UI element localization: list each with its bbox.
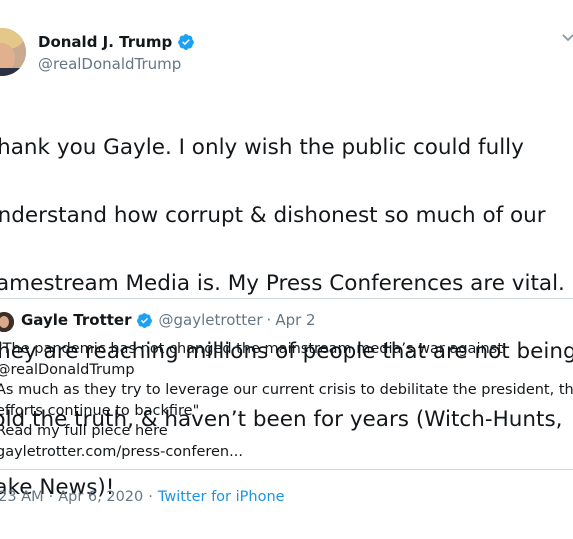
author-avatar[interactable] [0,28,26,76]
verified-badge-icon [136,312,152,328]
quote-line: @realDonaldTrump [0,361,135,378]
tweet-date[interactable]: Apr 6, 2020 [58,489,143,505]
quote-line: As much as they try to leverage our curr… [0,382,573,398]
author-name[interactable]: Donald J. Trump [38,33,172,51]
quote-text: "The pandemic has not changed the mainst… [0,339,573,462]
tweet-line: Lamestream Media is. My Press Conference… [0,271,565,296]
verified-badge-icon [178,34,195,50]
quote-line: "The pandemic has not changed the mainst… [0,341,503,357]
separator-dot: · [148,489,153,505]
quoted-tweet[interactable]: Gayle Trotter @gayletrotter · Apr 2 "The… [0,298,573,470]
chevron-down-icon[interactable] [561,32,573,44]
quote-author-name: Gayle Trotter [21,311,132,329]
author-handle[interactable]: @realDonaldTrump [38,55,181,73]
quote-line: efforts continue to backfire" [0,402,200,419]
tweet-line: understand how corrupt & dishonest so mu… [0,203,546,228]
quote-line: gayletrotter.com/press-conferen... [0,443,243,460]
quote-date: Apr 2 [275,311,316,329]
tweet-line: Thank you Gayle. I only wish the public … [0,135,524,160]
separator-dot: · [48,489,54,505]
tweet-source-link[interactable]: Twitter for iPhone [158,489,285,505]
quote-line: Read my full piece here [0,423,168,439]
tweet-time[interactable]: 6:23 AM [0,489,44,505]
quote-author-handle: @gayletrotter [158,311,263,329]
tweet-metadata: 6:23 AM · Apr 6, 2020 · Twitter for iPho… [0,489,285,505]
separator-dot: · [266,311,272,329]
quote-author-avatar [0,312,14,332]
